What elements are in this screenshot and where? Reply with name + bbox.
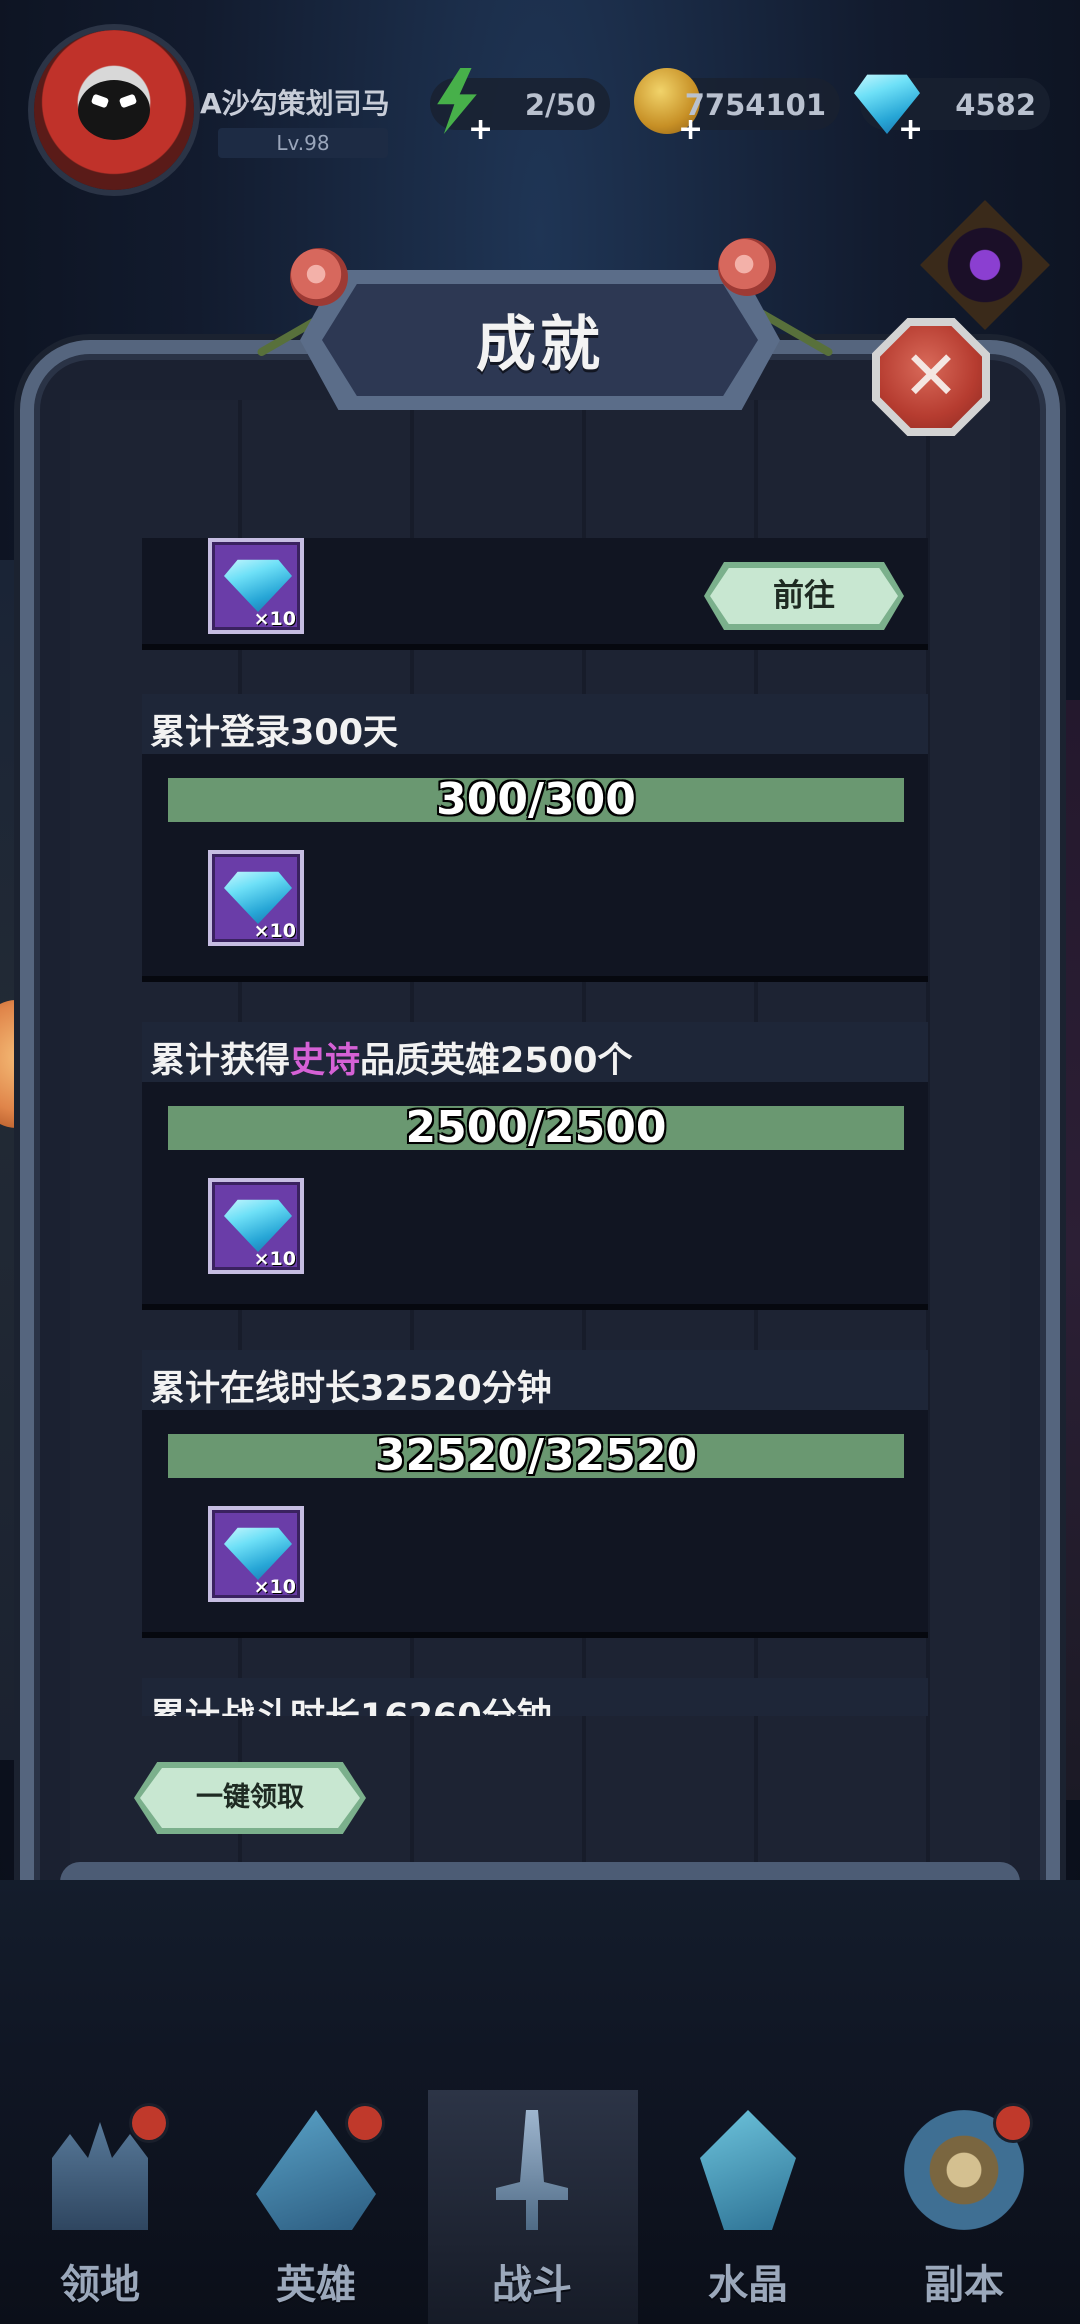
- gold-value: 7754101: [684, 88, 826, 122]
- nav-label: 副本: [924, 2262, 1004, 2308]
- claim-all-button[interactable]: 一键领取: [134, 1762, 366, 1834]
- diamond-icon: [224, 871, 292, 924]
- reward-slot[interactable]: ×10: [208, 1178, 304, 1274]
- reward-slot[interactable]: ×10: [208, 1506, 304, 1602]
- add-gem-icon[interactable]: +: [898, 112, 923, 147]
- nav-item-battle[interactable]: 战斗: [432, 2100, 632, 2324]
- reward-quantity: ×10: [253, 920, 296, 942]
- avatar-face-icon: [78, 80, 150, 140]
- reward-slot[interactable]: ×10: [208, 538, 304, 634]
- energy-value: 2/50: [524, 88, 596, 122]
- goto-button[interactable]: 前往: [704, 562, 904, 630]
- energy-counter[interactable]: + 2/50: [430, 68, 610, 147]
- nav-label: 领地: [60, 2262, 140, 2308]
- progress-text: 2500/2500: [405, 1102, 667, 1153]
- nav-label: 战斗: [492, 2262, 572, 2308]
- reward-slot[interactable]: ×10: [208, 850, 304, 946]
- achievement-header: 累计战斗时长16260分钟: [142, 1678, 928, 1716]
- achievement-card: 累计在线时长32520分钟 32520/32520 ×10: [142, 1350, 928, 1638]
- diamond-icon: [224, 559, 292, 612]
- diamond-icon: [224, 1527, 292, 1580]
- achievement-header: 累计登录300天: [142, 694, 928, 754]
- nav-label: 英雄: [276, 2262, 356, 2308]
- goto-button-label: 前往: [710, 568, 898, 624]
- achievement-card: 累计登录300天 300/300 ×10: [142, 694, 928, 982]
- gold-counter[interactable]: + 7754101: [634, 68, 840, 147]
- progress-bar: 2500/2500: [168, 1102, 904, 1153]
- reward-quantity: ×10: [253, 608, 296, 630]
- bottom-nav: 领地 英雄 战斗 水晶 副本: [0, 2100, 1080, 2324]
- nav-item-crystal[interactable]: 水晶: [648, 2100, 848, 2324]
- nav-label: 水晶: [708, 2262, 788, 2308]
- notification-dot: [996, 2106, 1030, 2140]
- achievement-title-pre: 累计获得: [150, 1041, 291, 1081]
- sword-icon: [496, 2110, 568, 2230]
- achievement-card: ×10 前往: [142, 538, 928, 650]
- add-energy-icon[interactable]: +: [468, 112, 493, 147]
- progress-bar: 32520/32520: [168, 1430, 904, 1481]
- achievement-card: 累计获得史诗品质英雄2500个 2500/2500 ×10: [142, 1022, 928, 1310]
- gem-counter[interactable]: + 4582: [854, 74, 1050, 147]
- reward-quantity: ×10: [253, 1576, 296, 1598]
- progress-text: 300/300: [436, 774, 636, 825]
- achievement-header: 累计在线时长32520分钟: [142, 1350, 928, 1410]
- achievement-title: 累计登录300天: [150, 713, 399, 753]
- top-bar: A沙勾策划司马 Lv.98 + 2/50 + 7754101 + 4582: [0, 0, 1080, 200]
- crystal-icon: [700, 2110, 796, 2230]
- rose-icon: [290, 248, 348, 306]
- claim-all-label: 一键领取: [140, 1768, 360, 1828]
- achievement-card: 累计战斗时长16260分钟: [142, 1678, 928, 1716]
- nav-item-dungeon[interactable]: 副本: [864, 2100, 1064, 2324]
- progress-bar: 300/300: [168, 774, 904, 825]
- achievement-title: 累计在线时长32520分钟: [150, 1369, 552, 1409]
- achievement-title: 累计获得史诗品质英雄2500个: [150, 1032, 632, 1083]
- player-avatar[interactable]: [34, 30, 194, 190]
- notification-dot: [348, 2106, 382, 2140]
- nav-item-heroes[interactable]: 英雄: [216, 2100, 416, 2324]
- notification-dot: [132, 2106, 166, 2140]
- nav-item-territory[interactable]: 领地: [0, 2100, 200, 2324]
- achievement-title: 累计战斗时长16260分钟: [150, 1688, 552, 1716]
- quality-highlight: 史诗: [290, 1041, 361, 1081]
- progress-text: 32520/32520: [374, 1430, 698, 1481]
- achievement-title-post: 品质英雄2500个: [360, 1041, 633, 1081]
- player-name: A沙勾策划司马: [200, 87, 390, 120]
- achievement-list[interactable]: ×10 前往 累计登录300天 300/300 ×10 累计获得史诗品质英雄25…: [142, 538, 932, 1716]
- achievement-header: 累计获得史诗品质英雄2500个: [142, 1022, 928, 1082]
- panel-title: 成就: [476, 310, 604, 380]
- rose-icon: [718, 238, 776, 296]
- reward-quantity: ×10: [253, 1248, 296, 1270]
- gem-value: 4582: [955, 88, 1036, 122]
- diamond-icon: [224, 1199, 292, 1252]
- player-level: Lv.98: [218, 128, 388, 158]
